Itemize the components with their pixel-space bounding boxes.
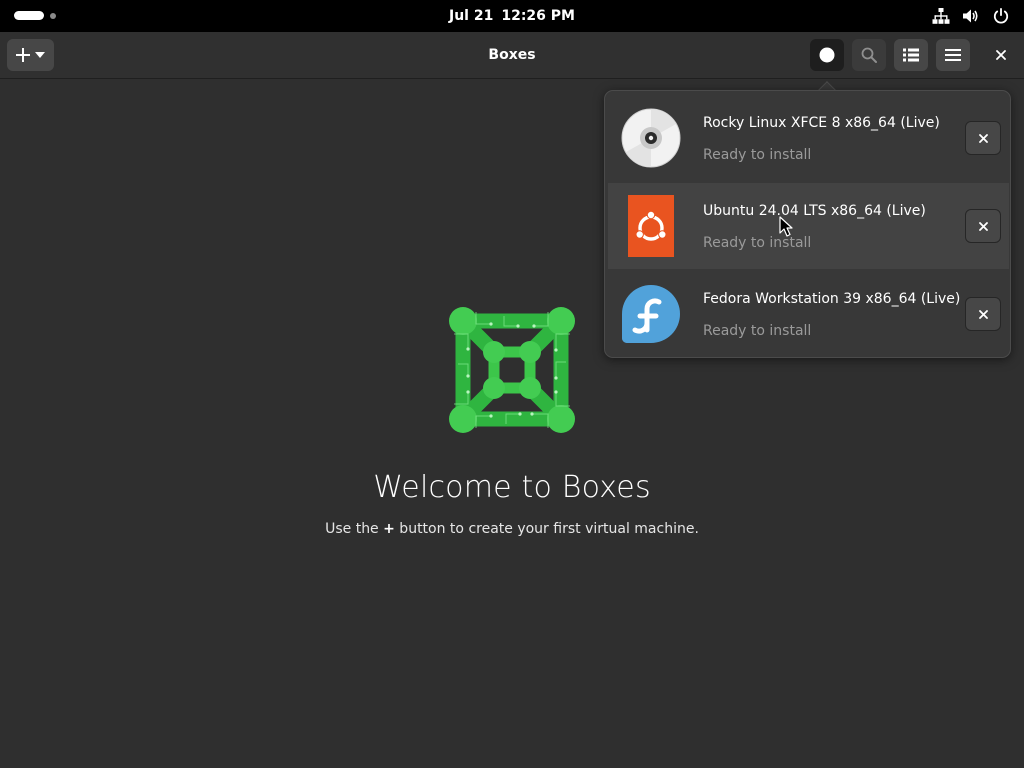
download-name: Rocky Linux XFCE 8 x86_64 (Live) — [703, 115, 940, 131]
boxes-logo-icon — [449, 307, 575, 433]
system-tray[interactable] — [932, 7, 1010, 25]
close-icon — [978, 221, 988, 231]
cd-disc-icon — [621, 108, 681, 168]
download-status: Ready to install — [703, 147, 812, 163]
fedora-logo-icon — [622, 285, 680, 343]
downloads-popover: Rocky Linux XFCE 8 x86_64 (Live) Ready t… — [604, 90, 1011, 358]
welcome-subtitle: Use the + button to create your first vi… — [0, 521, 1024, 537]
clock-date[interactable]: Jul 21 — [449, 8, 493, 24]
mouse-pointer-icon — [779, 216, 793, 237]
download-item[interactable]: Rocky Linux XFCE 8 x86_64 (Live) Ready t… — [608, 95, 1009, 181]
network-icon — [932, 8, 950, 24]
close-icon — [978, 309, 988, 319]
window-close-button[interactable] — [984, 39, 1018, 71]
activities-indicator[interactable] — [14, 10, 60, 22]
header-bar: Boxes — [0, 32, 1024, 79]
power-icon — [993, 8, 1009, 24]
download-item[interactable]: Fedora Workstation 39 x86_64 (Live) Read… — [608, 271, 1009, 357]
dropdown-arrow-icon — [35, 52, 45, 58]
plus-icon — [16, 48, 30, 62]
ubuntu-logo-icon — [628, 195, 674, 257]
welcome-subtitle-after: button to create your first virtual mach… — [394, 521, 699, 537]
workspace-dot — [50, 13, 56, 19]
workspace-active-pill — [14, 11, 44, 20]
main-menu-button[interactable] — [936, 39, 970, 71]
welcome-subtitle-plus: + — [383, 521, 395, 537]
cancel-download-button[interactable] — [965, 209, 1001, 243]
close-icon — [978, 133, 988, 143]
new-vm-button[interactable] — [7, 39, 54, 71]
volume-icon — [963, 9, 978, 23]
download-status: Ready to install — [703, 235, 812, 251]
download-name: Ubuntu 24.04 LTS x86_64 (Live) — [703, 203, 926, 219]
download-name: Fedora Workstation 39 x86_64 (Live) — [703, 291, 961, 307]
download-status: Ready to install — [703, 323, 812, 339]
cancel-download-button[interactable] — [965, 121, 1001, 155]
search-button[interactable] — [852, 39, 886, 71]
downloads-icon — [819, 47, 835, 63]
close-icon — [996, 50, 1006, 60]
list-view-icon — [903, 48, 919, 62]
cancel-download-button[interactable] — [965, 297, 1001, 331]
welcome-title: Welcome to Boxes — [373, 470, 651, 505]
top-bar: Jul 21 12:26 PM — [0, 0, 1024, 32]
search-icon — [861, 47, 877, 63]
clock: Jul 21 12:26 PM — [0, 0, 1024, 32]
list-view-button[interactable] — [894, 39, 928, 71]
hamburger-menu-icon — [945, 49, 961, 61]
downloads-button[interactable] — [810, 39, 844, 71]
download-item[interactable]: Ubuntu 24.04 LTS x86_64 (Live) Ready to … — [608, 183, 1009, 269]
clock-time[interactable]: 12:26 PM — [501, 8, 575, 24]
welcome-subtitle-before: Use the — [325, 521, 384, 537]
